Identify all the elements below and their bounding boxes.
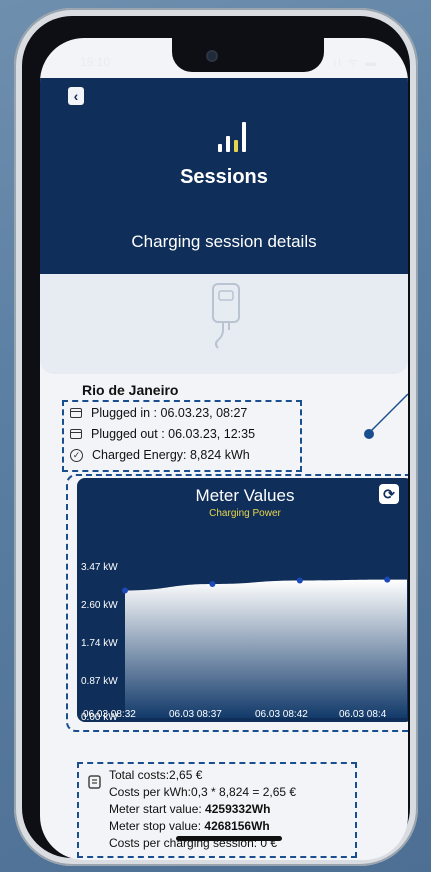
session-info-box: Plugged in : 06.03.23, 08:27 Plugged out…: [62, 400, 302, 472]
x-tick-label: 06.03 08:42: [255, 709, 308, 720]
phone-frame: 18:10 ıl ᯤ ▬ ‹ Sessions Charging session…: [14, 8, 418, 866]
charger-icon: [212, 283, 240, 349]
plugged-out-row: Plugged out : 06.03.23, 12:35: [70, 427, 255, 441]
camera-icon: [208, 52, 216, 60]
x-tick-label: 06.03 08:4: [339, 709, 387, 720]
check-circle-icon: ✓: [70, 448, 83, 462]
plugged-out-text: Plugged out : 06.03.23, 12:35: [91, 427, 256, 441]
charger-banner: [40, 274, 408, 374]
status-time: 18:10: [80, 55, 111, 69]
plugged-in-text: Plugged in : 06.03.23, 08:27: [91, 406, 248, 420]
data-point[interactable]: [122, 587, 128, 594]
charged-energy-row: ✓ Charged Energy: 8,824 kWh: [70, 448, 250, 462]
total-costs: Total costs:2,65 €: [109, 768, 203, 782]
back-button[interactable]: ‹: [68, 87, 84, 105]
charged-energy-text: Charged Energy: 8,824 kWh: [92, 448, 250, 462]
x-tick-label: 06.03 08:32: [83, 709, 136, 720]
meter-values-chart: Meter Values Charging Power ⟳ 3.47 kW 2.…: [77, 478, 408, 723]
page-title: Sessions: [180, 166, 268, 188]
charging-power-area: [125, 579, 407, 718]
home-indicator[interactable]: [176, 836, 282, 841]
meter-start: Meter start value: 4259332Wh: [109, 802, 270, 816]
calendar-icon: [70, 408, 82, 418]
x-tick-label: 06.03 08:37: [169, 709, 222, 720]
status-icons: ıl ᯤ ▬: [333, 57, 378, 69]
costs-per-kwh: Costs per kWh:0,3 * 8,824 = 2,65 €: [109, 785, 297, 799]
receipt-icon: [88, 775, 101, 789]
costs-box: Total costs:2,65 € Costs per kWh:0,3 * 8…: [77, 762, 357, 858]
page-subtitle: Charging session details: [131, 232, 317, 251]
calendar-icon: [70, 429, 82, 439]
y-tick-label: 2.60 kW: [81, 600, 118, 611]
data-point[interactable]: [296, 577, 303, 584]
notch: [172, 38, 324, 72]
chart-plot: [122, 576, 407, 718]
phone-bezel: 18:10 ıl ᯤ ▬ ‹ Sessions Charging session…: [22, 16, 410, 860]
meter-stop-value: 4268156Wh: [204, 819, 270, 833]
meter-start-label: Meter start value:: [109, 802, 206, 816]
data-point[interactable]: [384, 576, 391, 583]
meter-stop-label: Meter stop value:: [109, 819, 205, 833]
data-point[interactable]: [209, 580, 216, 587]
screen: 18:10 ıl ᯤ ▬ ‹ Sessions Charging session…: [40, 38, 408, 860]
station-name: Rio de Janeiro: [82, 382, 179, 398]
y-tick-label: 3.47 kW: [81, 562, 118, 573]
annotation-line: [369, 393, 408, 433]
y-tick-label: 1.74 kW: [81, 638, 118, 649]
meter-stop: Meter stop value: 4268156Wh: [109, 819, 270, 833]
meter-start-value: 4259332Wh: [205, 802, 271, 816]
y-tick-label: 0.87 kW: [81, 676, 118, 687]
plugged-in-row: Plugged in : 06.03.23, 08:27: [70, 406, 247, 420]
sessions-logo-icon: [218, 116, 258, 152]
